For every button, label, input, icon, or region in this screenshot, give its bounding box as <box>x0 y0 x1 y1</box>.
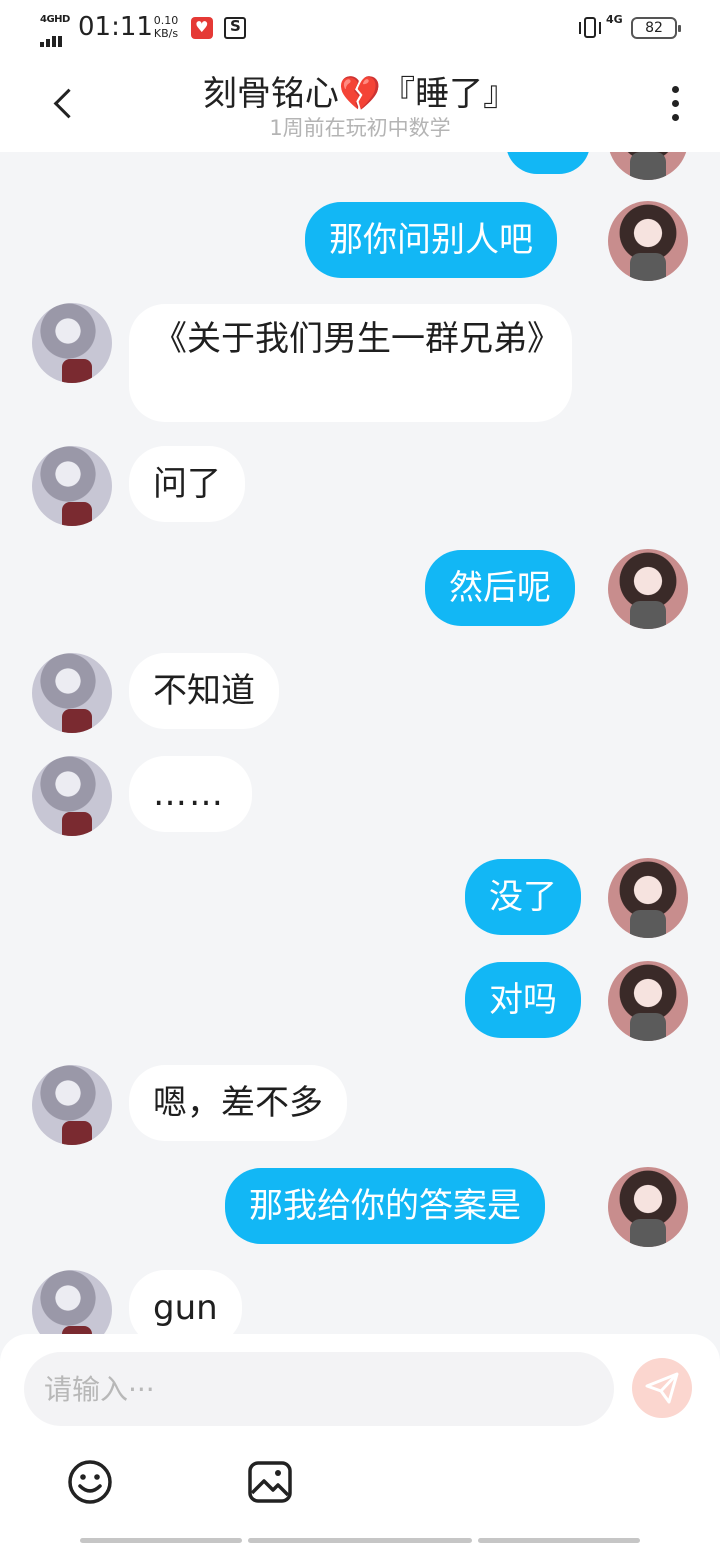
input-bar <box>0 1334 720 1544</box>
message-list[interactable]: 那你问别人吧 《关于我们男生一群兄弟》 问了 然后呢 不知道 …… 没了 对吗 … <box>0 152 720 1338</box>
network-4g-label: 4G <box>606 13 623 26</box>
message-bubble-outgoing[interactable]: 那我给你的答案是 <box>225 1168 545 1244</box>
network-type: 4GHD <box>40 14 70 25</box>
message-bubble-incoming[interactable]: 嗯，差不多 <box>129 1065 347 1141</box>
navigation-bar-segment <box>248 1538 472 1543</box>
navigation-bar-segment <box>478 1538 640 1543</box>
message-bubble-incoming[interactable]: 不知道 <box>129 653 279 729</box>
contact-avatar[interactable] <box>32 756 112 836</box>
status-time: 01:11 <box>78 12 153 42</box>
contact-status: 1周前在玩初中数学 <box>269 116 451 140</box>
image-button[interactable] <box>246 1458 294 1506</box>
contact-avatar[interactable] <box>32 1065 112 1145</box>
self-avatar[interactable] <box>608 1167 688 1247</box>
self-avatar[interactable] <box>608 961 688 1041</box>
message-bubble-incoming[interactable]: 问了 <box>129 446 245 522</box>
message-bubble-outgoing[interactable]: 没了 <box>465 859 581 935</box>
message-bubble-outgoing[interactable]: 对吗 <box>465 962 581 1038</box>
chat-header: 刻骨铭心💔『睡了』 1周前在玩初中数学 <box>0 56 720 152</box>
self-avatar[interactable] <box>608 201 688 281</box>
paper-plane-icon <box>645 1372 679 1404</box>
message-bubble-outgoing[interactable] <box>506 152 590 174</box>
self-avatar[interactable] <box>608 152 688 180</box>
send-button[interactable] <box>632 1358 692 1418</box>
message-input[interactable] <box>24 1352 614 1426</box>
smiley-face-icon <box>68 1460 112 1504</box>
self-avatar[interactable] <box>608 858 688 938</box>
message-bubble-incoming[interactable]: 《关于我们男生一群兄弟》 <box>129 304 572 422</box>
battery-level: 82 <box>645 20 663 36</box>
status-bar: 4GHD 01:11 0.10 KB/s 4G 82 <box>0 0 720 56</box>
battery-icon: 82 <box>631 17 681 39</box>
self-avatar[interactable] <box>608 549 688 629</box>
more-vertical-icon[interactable] <box>660 82 692 126</box>
message-bubble-incoming[interactable]: gun <box>129 1270 242 1338</box>
emoji-button[interactable] <box>66 1458 114 1506</box>
message-bubble-outgoing[interactable]: 然后呢 <box>425 550 575 626</box>
screenshot-notification-icon <box>224 17 246 39</box>
network-speed-value: 0.10 <box>153 14 179 27</box>
contact-avatar[interactable] <box>32 1270 112 1338</box>
message-bubble-outgoing[interactable]: 那你问别人吧 <box>305 202 557 278</box>
image-gallery-icon <box>248 1461 292 1503</box>
app-notification-icon <box>191 17 213 39</box>
contact-avatar[interactable] <box>32 303 112 383</box>
contact-avatar[interactable] <box>32 653 112 733</box>
network-speed: 0.10 KB/s <box>150 14 182 40</box>
network-speed-unit: KB/s <box>153 27 179 40</box>
contact-name: 刻骨铭心💔『睡了』 <box>202 74 518 114</box>
back-arrow-icon[interactable] <box>44 78 86 128</box>
navigation-bar-segment <box>80 1538 242 1543</box>
cellular-signal-icon: 4GHD <box>40 14 70 47</box>
contact-avatar[interactable] <box>32 446 112 526</box>
message-bubble-incoming[interactable]: …… <box>129 756 252 832</box>
vibrate-icon <box>578 16 602 40</box>
